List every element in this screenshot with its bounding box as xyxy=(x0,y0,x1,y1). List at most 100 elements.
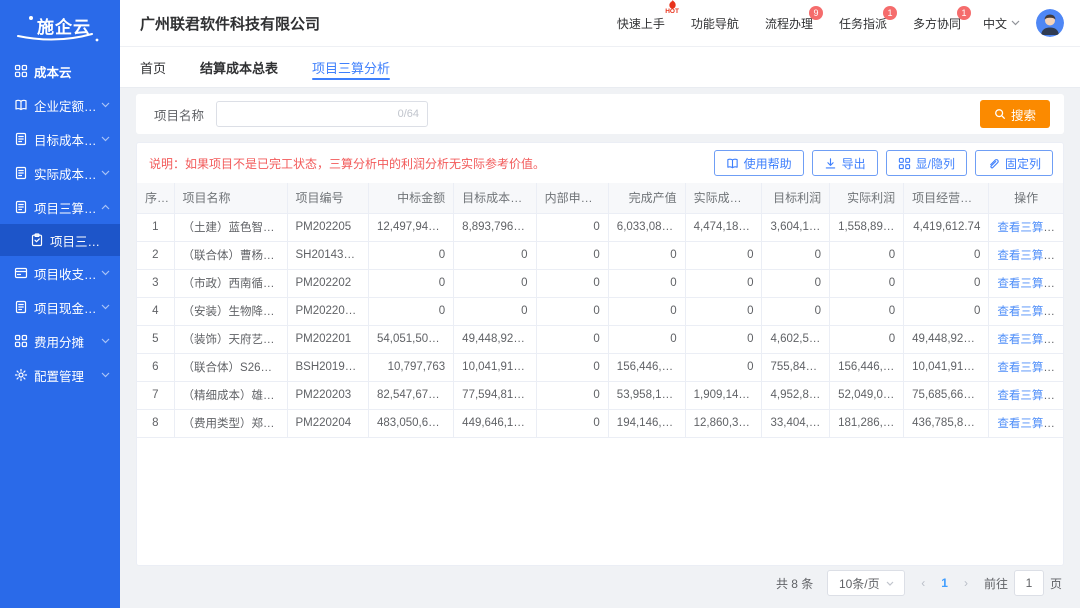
view-three-calc-detail-link[interactable]: 查看三算明细 xyxy=(997,418,1063,430)
sidebar-menu: 成本云企业定额管理目标成本测算实际成本归集项目三算分析项目三算分析项目收支分析项… xyxy=(0,50,120,608)
sidebar-item-expense-allocation[interactable]: 费用分摊 xyxy=(0,324,120,358)
cell: 0 xyxy=(368,297,453,325)
sidebar-item-label: 项目收支分析 xyxy=(34,264,101,283)
view-three-calc-detail-link[interactable]: 查看三算明细 xyxy=(997,250,1063,262)
view-three-calc-detail-link[interactable]: 查看三算明细 xyxy=(997,306,1063,318)
nav-item-multi-party-collab[interactable]: 多方协同1 xyxy=(913,15,961,32)
chevron-down-icon xyxy=(101,136,110,142)
cell: 436,785,850.83 xyxy=(904,409,989,437)
sidebar-item-label: 实际成本归集 xyxy=(34,164,101,183)
column-header-0: 序号 xyxy=(137,183,174,213)
cell: 0 xyxy=(608,269,685,297)
prev-page-button[interactable]: ‹ xyxy=(919,576,927,590)
cell: 0 xyxy=(454,297,536,325)
column-header-1: 项目名称 xyxy=(174,183,287,213)
cell: PM220203 xyxy=(287,381,368,409)
nav-item-label: 功能导航 xyxy=(691,17,739,31)
sidebar-item-income-expense-analysis[interactable]: 项目收支分析 xyxy=(0,256,120,290)
cell: 1,909,146.15 xyxy=(685,381,762,409)
cell: 0 xyxy=(536,241,608,269)
cell: 82,547,674.92 xyxy=(368,381,453,409)
next-page-button[interactable]: › xyxy=(962,576,970,590)
content-area: 项目名称 0/64 搜索 说明：如果项目不是已完工状态，三算分析中的利润分析无实… xyxy=(120,88,1080,608)
search-icon xyxy=(994,108,1006,120)
view-three-calc-detail-link[interactable]: 查看三算明细 xyxy=(997,278,1063,290)
table-row: 4（安装）生物降解聚酯及其...PM2022031500000000查看三算明细 xyxy=(137,297,1063,325)
tab-settlement-cost-summary[interactable]: 结算成本总表 xyxy=(200,47,278,87)
cell: 0 xyxy=(536,409,608,437)
chevron-down-icon xyxy=(101,304,110,310)
tab-three-calc-analysis[interactable]: 项目三算分析 xyxy=(312,47,390,87)
user-avatar[interactable] xyxy=(1036,9,1064,37)
toolbar: 使用帮助 导出 显/隐列 固定列 xyxy=(714,150,1053,176)
cell: 0 xyxy=(368,241,453,269)
sidebar-item-three-calc-analysis-sub[interactable]: 项目三算分析 xyxy=(0,224,120,256)
sidebar-item-label: 项目三算分析 xyxy=(50,231,110,250)
language-switcher[interactable]: 中文 xyxy=(983,15,1020,32)
column-header-9: 实际利润 xyxy=(830,183,904,213)
current-page-number[interactable]: 1 xyxy=(941,576,948,590)
cell: PM202201 xyxy=(287,325,368,353)
cell: （土建）蓝色智谷产业园项... xyxy=(174,213,287,241)
cell: 2 xyxy=(137,241,174,269)
download-icon xyxy=(824,157,837,170)
sidebar-item-actual-cost-collect[interactable]: 实际成本归集 xyxy=(0,156,120,190)
top-header: 广州联君软件科技有限公司 快速上手HOT功能导航流程办理9任务指派1多方协同1 … xyxy=(120,0,1080,47)
cell: 12,497,942.51 xyxy=(368,213,453,241)
view-three-calc-detail-link[interactable]: 查看三算明细 xyxy=(997,362,1063,374)
nav-item-quick-start[interactable]: 快速上手HOT xyxy=(617,15,665,32)
sidebar-item-target-cost-estimate[interactable]: 目标成本测算 xyxy=(0,122,120,156)
cell: 5 xyxy=(137,325,174,353)
gear-icon xyxy=(14,368,28,382)
show-hide-columns-button[interactable]: 显/隐列 xyxy=(886,150,967,176)
cell: 0 xyxy=(454,269,536,297)
sidebar-item-cost-cloud[interactable]: 成本云 xyxy=(0,54,120,88)
cell: 33,404,505.68 xyxy=(762,409,830,437)
cell: BSH2019004E xyxy=(287,353,368,381)
cell: 156,446,630 xyxy=(608,353,685,381)
export-button[interactable]: 导出 xyxy=(812,150,878,176)
sidebar-item-cash-flow-management[interactable]: 项目现金流管理 xyxy=(0,290,120,324)
table-row: 5（装饰）天府艺术公园-文...PM20220154,051,507.0249,… xyxy=(137,325,1063,353)
cell: 75,685,668.27 xyxy=(904,381,989,409)
table-row: 8（费用类型）郑州冬青街中...PM220204483,050,675.5444… xyxy=(137,409,1063,437)
notice-text: 说明：如果项目不是已完工状态，三算分析中的利润分析无实际参考价值。 xyxy=(149,155,714,172)
app-logo[interactable]: 施企云 xyxy=(0,0,120,50)
sidebar-item-label: 费用分摊 xyxy=(34,332,101,351)
page-size-select[interactable]: 10条/页 xyxy=(827,570,905,596)
help-button[interactable]: 使用帮助 xyxy=(714,150,804,176)
book-icon xyxy=(726,157,739,170)
nav-item-feature-nav[interactable]: 功能导航 xyxy=(691,15,739,32)
chevron-down-icon xyxy=(101,270,110,276)
chevron-down-icon xyxy=(886,581,894,586)
chevron-down-icon xyxy=(101,372,110,378)
cell: 8,893,796.36 xyxy=(454,213,536,241)
project-name-input[interactable] xyxy=(225,107,392,121)
cell: 10,797,763 xyxy=(368,353,453,381)
cell: 1 xyxy=(137,213,174,241)
cell: 1,558,897.83 xyxy=(830,213,904,241)
column-header-5: 内部申报产值 xyxy=(536,183,608,213)
view-three-calc-detail-link[interactable]: 查看三算明细 xyxy=(997,222,1063,234)
button-label: 导出 xyxy=(842,155,866,172)
table-row: 6（联合体）S26公路机电设...BSH2019004E10,797,76310… xyxy=(137,353,1063,381)
sidebar-item-config-management[interactable]: 配置管理 xyxy=(0,358,120,392)
sidebar-item-three-calc-analysis[interactable]: 项目三算分析 xyxy=(0,190,120,224)
cell: 0 xyxy=(685,269,762,297)
view-three-calc-detail-link[interactable]: 查看三算明细 xyxy=(997,390,1063,402)
nav-item-label: 多方协同 xyxy=(913,17,961,31)
nav-item-task-assign[interactable]: 任务指派1 xyxy=(839,15,887,32)
view-three-calc-detail-link[interactable]: 查看三算明细 xyxy=(997,334,1063,346)
tab-home[interactable]: 首页 xyxy=(140,47,166,87)
cell: 8 xyxy=(137,409,174,437)
search-button[interactable]: 搜索 xyxy=(980,100,1050,128)
goto-page-input[interactable] xyxy=(1014,570,1044,596)
fix-columns-button[interactable]: 固定列 xyxy=(975,150,1053,176)
nav-item-label: 流程办理 xyxy=(765,17,813,31)
column-header-3: 中标金额 xyxy=(368,183,453,213)
goto-suffix: 页 xyxy=(1050,575,1062,592)
button-label: 固定列 xyxy=(1005,155,1041,172)
sidebar-item-enterprise-quota[interactable]: 企业定额管理 xyxy=(0,88,120,122)
chevron-up-icon xyxy=(101,204,110,210)
nav-item-process-handling[interactable]: 流程办理9 xyxy=(765,15,813,32)
